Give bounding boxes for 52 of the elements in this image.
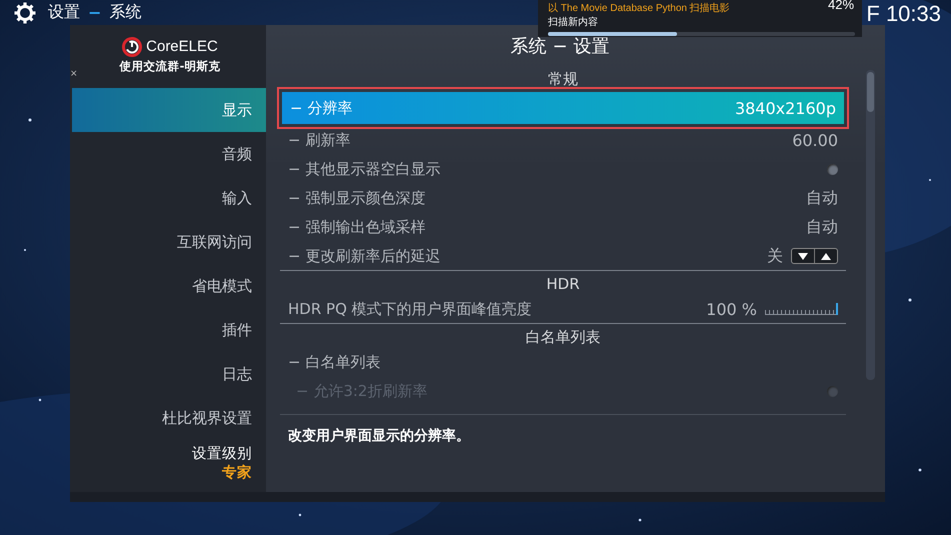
setting-label: HDR PQ 模式下的用户界面峰值亮度 bbox=[288, 300, 532, 318]
sidebar-item[interactable]: 输入 bbox=[72, 176, 266, 220]
up-arrow-icon bbox=[820, 252, 832, 260]
setting-row[interactable]: HDR PQ 模式下的用户界面峰值亮度 100 % bbox=[280, 295, 846, 324]
close-mark: × bbox=[70, 69, 78, 79]
section-header: 常规 bbox=[547, 69, 579, 90]
setting-label: − 其他显示器空白显示 bbox=[288, 160, 440, 179]
sidebar-item[interactable]: 互联网访问 bbox=[72, 220, 266, 264]
setting-label: − 强制显示颜色深度 bbox=[288, 189, 426, 208]
setting-value: 自动 bbox=[806, 188, 838, 209]
setting-row[interactable]: − 更改刷新率后的延迟 关 bbox=[280, 242, 846, 271]
settings-level-label[interactable]: 设置级别 bbox=[70, 444, 252, 463]
notification-title: 以 The Movie Database Python 扫描电影 bbox=[548, 2, 730, 15]
setting-value: 100 % bbox=[706, 300, 757, 318]
setting-row[interactable]: − 其他显示器空白显示 bbox=[280, 155, 846, 184]
sidebar-item[interactable]: 日志 bbox=[72, 352, 266, 396]
setting-row[interactable]: − 刷新率 60.00 bbox=[280, 126, 846, 155]
toggle-indicator[interactable] bbox=[827, 164, 838, 175]
progress-percent: 42% bbox=[828, 0, 854, 12]
setting-row[interactable]: − 白名单列表 bbox=[280, 348, 846, 377]
sidebar-item[interactable]: 插件 bbox=[72, 308, 266, 352]
setting-label: − 白名单列表 bbox=[288, 353, 380, 372]
settings-level-value: 专家 bbox=[221, 463, 252, 482]
sidebar-item[interactable]: 杜比视界设置 bbox=[72, 396, 266, 440]
breadcrumb-item: 设置 bbox=[48, 2, 80, 23]
setting-label: − 更改刷新率后的延迟 bbox=[288, 246, 440, 266]
setting-value: 关 bbox=[767, 246, 783, 266]
sidebar-item[interactable]: 显示 bbox=[72, 88, 266, 132]
setting-value: 自动 bbox=[806, 217, 838, 238]
setting-row[interactable]: − 分辨率 3840x2160p bbox=[282, 92, 844, 124]
power-icon bbox=[122, 36, 142, 56]
setting-row[interactable]: − 强制显示颜色深度 自动 bbox=[280, 184, 846, 213]
sidebar-item[interactable]: 省电模式 bbox=[72, 264, 266, 308]
setting-label: − 强制输出色域采样 bbox=[288, 218, 426, 237]
setting-value: 3840x2160p bbox=[734, 98, 836, 118]
section-header: 白名单列表 bbox=[524, 327, 602, 348]
setting-description: 改变用户界面显示的分辨率。 bbox=[280, 414, 846, 445]
notification-message: 扫描新内容 bbox=[548, 16, 599, 29]
clock: F 10:33 bbox=[866, 0, 941, 26]
setting-row[interactable]: − 强制输出色域采样 自动 bbox=[280, 213, 846, 242]
setting-label: − 分辨率 bbox=[290, 98, 352, 118]
down-arrow-icon bbox=[797, 252, 809, 260]
logo-subtitle: 使用交流群-明斯克 bbox=[120, 58, 220, 74]
setting-label: − 刷新率 bbox=[288, 131, 350, 150]
logo-text: CoreELEC bbox=[146, 38, 218, 55]
breadcrumb-separator: − bbox=[88, 3, 102, 22]
settings-icon bbox=[14, 2, 36, 24]
setting-value: 60.00 bbox=[792, 131, 838, 150]
sidebar-item[interactable]: 音频 bbox=[72, 132, 266, 176]
section-header: HDR bbox=[545, 274, 581, 295]
breadcrumb-item: 系统 bbox=[109, 2, 142, 23]
window-title: 系统 − 设置 bbox=[510, 35, 610, 59]
